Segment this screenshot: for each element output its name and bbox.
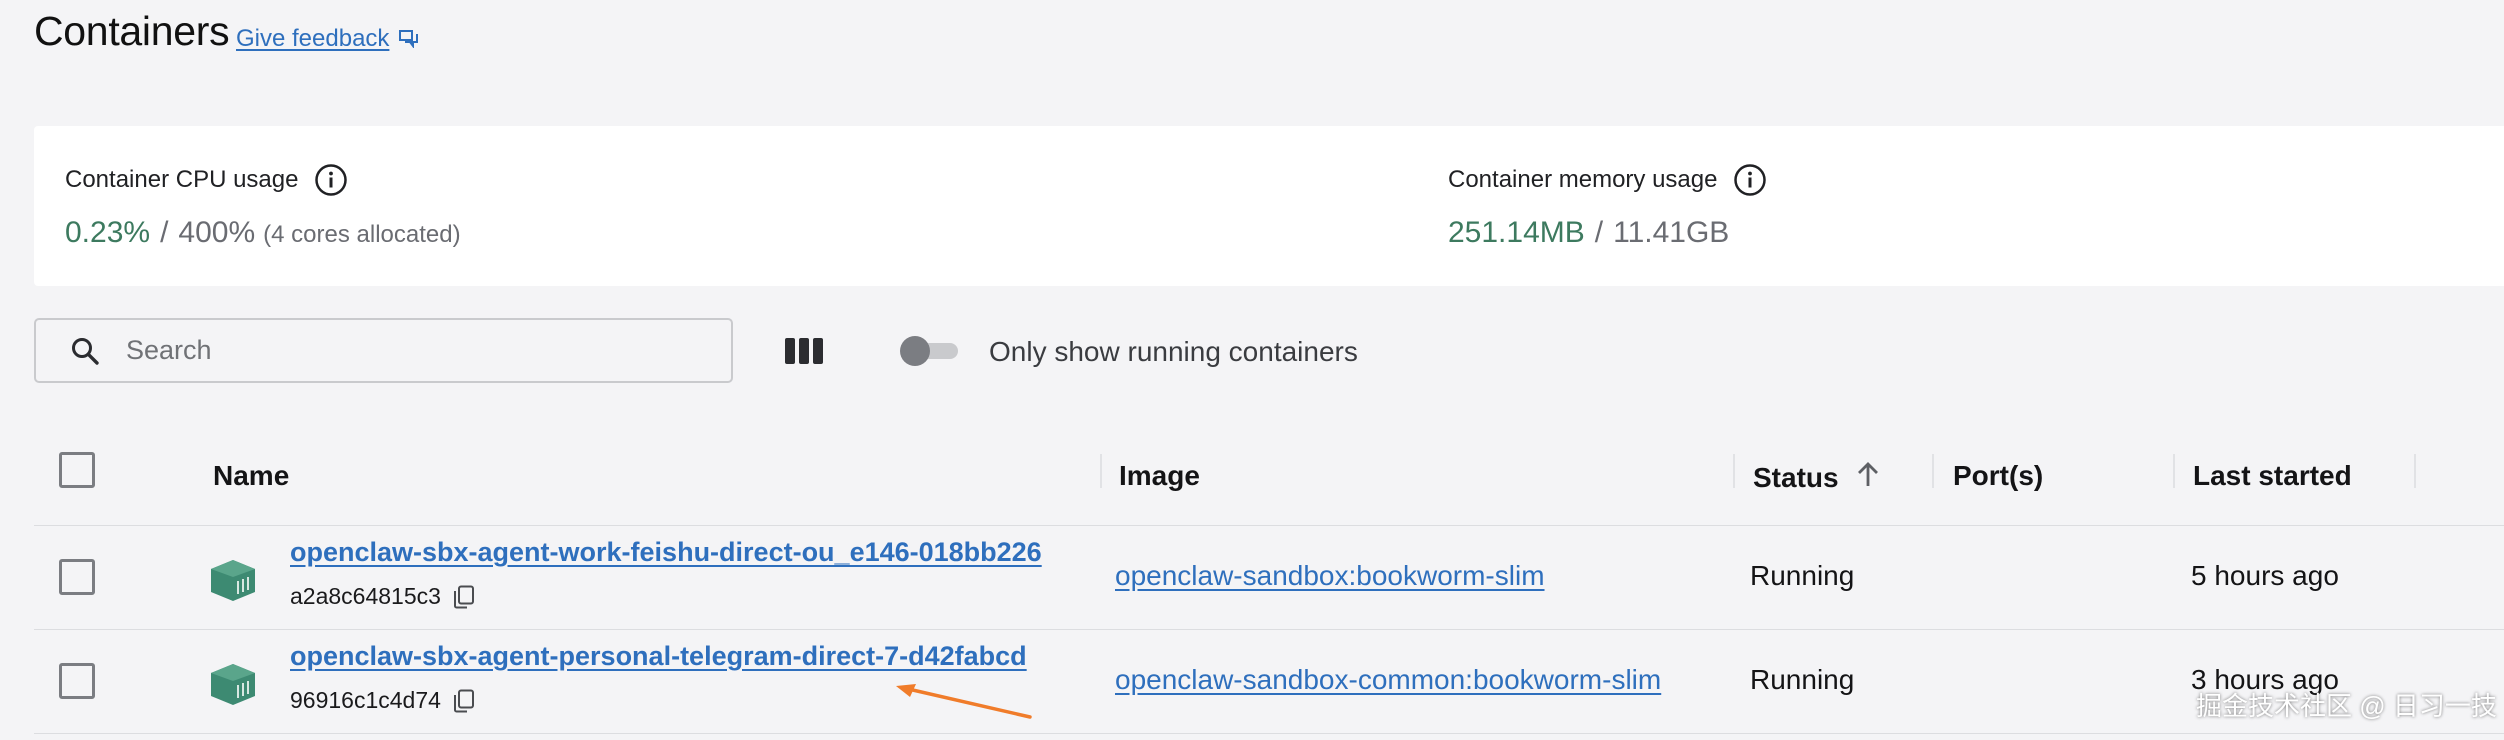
annotation-arrow-icon xyxy=(896,684,1032,719)
memory-usage-value: 251.14MB xyxy=(1448,216,1585,249)
container-name-link[interactable]: openclaw-sbx-agent-personal-telegram-dir… xyxy=(290,641,1027,672)
give-feedback-label[interactable]: Give feedback xyxy=(236,25,389,53)
column-divider[interactable] xyxy=(2414,454,2416,488)
column-last-started-label: Last started xyxy=(2193,460,2352,491)
container-id: 96916c1c4d74 xyxy=(290,687,441,713)
column-header-ports[interactable]: Port(s) xyxy=(1953,460,2043,492)
container-name-link[interactable]: openclaw-sbx-agent-work-feishu-direct-ou… xyxy=(290,537,1042,568)
memory-usage-stat: Container memory usage 251.14MB / 11.41G… xyxy=(1448,160,1767,250)
usage-stats-card: Container CPU usage 0.23% / 400% (4 core… xyxy=(34,126,2504,286)
image-link[interactable]: openclaw-sandbox:bookworm-slim xyxy=(1115,560,1545,592)
container-icon xyxy=(208,558,258,607)
cpu-cores-note: (4 cores allocated) xyxy=(263,221,461,248)
containers-table: Name Image Status Port(s) Last started o… xyxy=(34,430,2504,734)
running-only-label: Only show running containers xyxy=(989,336,1358,367)
info-icon[interactable] xyxy=(314,163,348,197)
status-cell: Running xyxy=(1750,560,1855,591)
memory-usage-label: Container memory usage xyxy=(1448,166,1718,193)
last-started-cell: 5 hours ago xyxy=(2191,560,2339,591)
copy-icon[interactable] xyxy=(453,585,475,609)
table-row[interactable]: openclaw-sbx-agent-personal-telegram-dir… xyxy=(34,630,2504,734)
column-header-last-started[interactable]: Last started xyxy=(2193,460,2352,492)
column-divider[interactable] xyxy=(1733,454,1735,488)
column-divider[interactable] xyxy=(1932,454,1934,488)
column-name-label: Name xyxy=(213,460,290,491)
search-box[interactable] xyxy=(34,318,733,383)
running-only-toggle[interactable] xyxy=(900,336,960,366)
cpu-usage-stat: Container CPU usage 0.23% / 400% (4 core… xyxy=(65,160,461,250)
sort-ascending-icon[interactable] xyxy=(1855,460,1881,495)
search-icon xyxy=(70,336,100,366)
column-ports-label: Port(s) xyxy=(1953,460,2044,491)
image-link[interactable]: openclaw-sandbox-common:bookworm-slim xyxy=(1115,664,1661,696)
copy-icon[interactable] xyxy=(453,689,475,713)
memory-usage-separator: / xyxy=(1594,216,1604,249)
cpu-usage-total: 400% xyxy=(178,216,256,249)
search-input[interactable] xyxy=(126,335,686,366)
column-status-label: Status xyxy=(1753,461,1839,493)
page-title: Containers xyxy=(34,8,230,54)
container-id-row: a2a8c64815c3 xyxy=(290,583,475,610)
watermark: 掘金技术社区 @ 日习一技 xyxy=(2196,691,2497,721)
give-feedback-link[interactable]: Give feedback xyxy=(236,25,419,53)
column-header-image[interactable]: Image xyxy=(1119,460,1200,492)
row-checkbox[interactable] xyxy=(59,559,95,595)
column-image-label: Image xyxy=(1119,460,1200,491)
cpu-usage-separator: / xyxy=(160,216,169,249)
table-header: Name Image Status Port(s) Last started xyxy=(34,430,2504,526)
column-header-name[interactable]: Name xyxy=(213,460,289,492)
containers-page: Containers Give feedback Container CPU u… xyxy=(0,0,2504,740)
status-cell: Running xyxy=(1750,664,1855,695)
table-row[interactable]: openclaw-sbx-agent-work-feishu-direct-ou… xyxy=(34,526,2504,630)
container-id: a2a8c64815c3 xyxy=(290,583,441,609)
container-id-row: 96916c1c4d74 xyxy=(290,687,475,714)
column-divider[interactable] xyxy=(2173,454,2175,488)
cpu-usage-value: 0.23% xyxy=(65,216,151,249)
info-icon[interactable] xyxy=(1733,163,1767,197)
toggle-knob xyxy=(900,336,930,366)
page-header: Containers xyxy=(34,8,230,55)
select-all-checkbox[interactable] xyxy=(59,452,95,488)
column-header-status[interactable]: Status xyxy=(1753,460,1881,495)
column-divider[interactable] xyxy=(1100,454,1102,488)
container-icon xyxy=(208,662,258,711)
memory-usage-total: 11.41GB xyxy=(1613,216,1730,249)
cpu-usage-label: Container CPU usage xyxy=(65,166,299,193)
feedback-icon xyxy=(399,30,419,48)
columns-icon[interactable] xyxy=(784,336,824,371)
row-checkbox[interactable] xyxy=(59,663,95,699)
